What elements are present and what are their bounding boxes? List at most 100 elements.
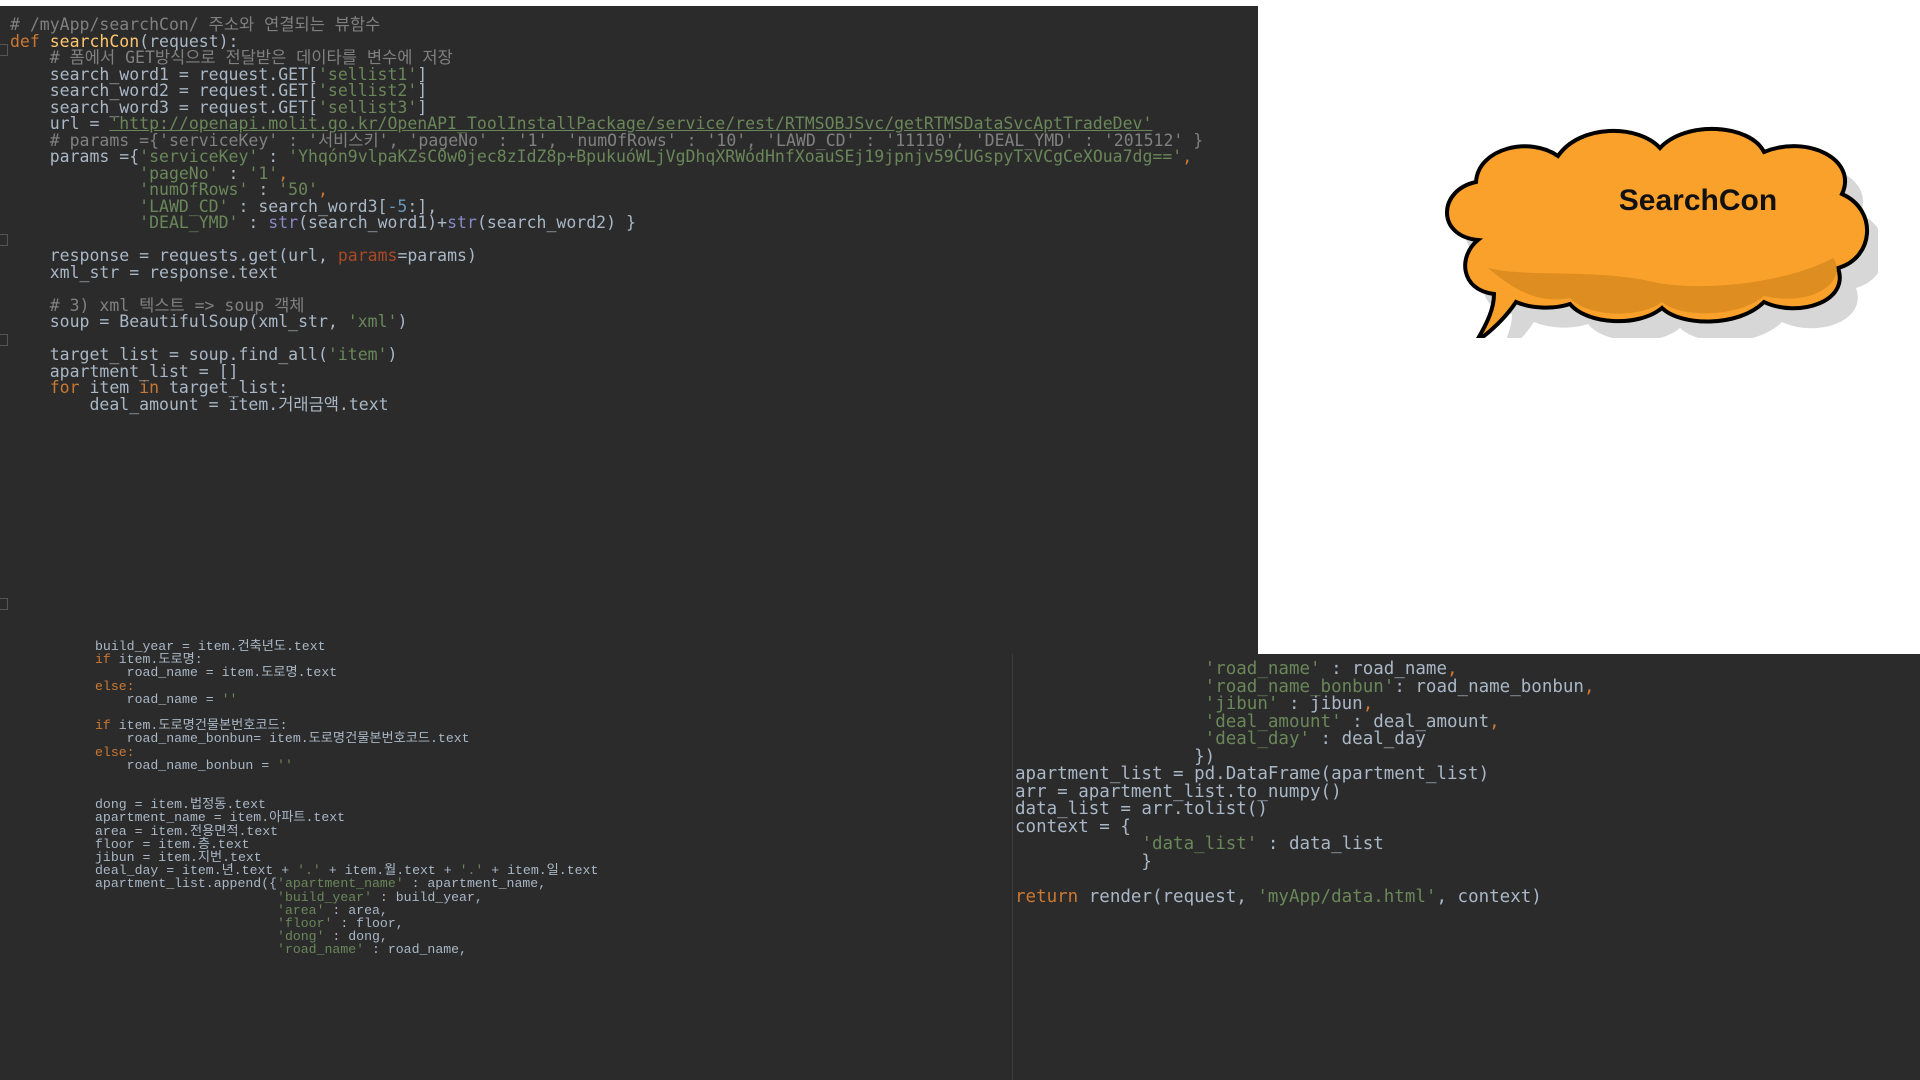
code-line: data_list = arr.tolist() bbox=[1015, 795, 1920, 819]
code-token: : build_year, bbox=[372, 889, 483, 905]
code-line: apartment_list = pd.DataFrame(apartment_… bbox=[1015, 760, 1920, 784]
code-line: dong = item.법정동.text bbox=[95, 796, 1012, 812]
code-token: params bbox=[337, 246, 398, 265]
code-token: '' bbox=[277, 757, 293, 773]
code-line: road_name = item.도로명.text bbox=[95, 664, 1012, 680]
code-block-render-context: 'road_name' : road_name, 'road_name_bonb… bbox=[1013, 654, 1920, 907]
code-line: 'numOfRows' : '50', bbox=[10, 177, 1258, 199]
code-line: } bbox=[1015, 848, 1920, 872]
code-line: }) bbox=[1015, 743, 1920, 767]
code-line: response = requests.get(url, params=para… bbox=[10, 243, 1258, 265]
code-token: 'road_name' bbox=[277, 942, 365, 958]
code-token: 'Yhqón9vlpaKZsC0w0jec8zIdZ8p+BpukuóWLjVg… bbox=[288, 147, 1183, 166]
code-line: 'LAWD_CD' : search_word3[-5:], bbox=[10, 194, 1258, 216]
code-token: , context) bbox=[1436, 886, 1542, 907]
editor-bottom-right-pane[interactable]: 'road_name' : road_name, 'road_name_bonb… bbox=[1012, 654, 1920, 1080]
code-line: 'area' : area, bbox=[95, 902, 1012, 918]
code-token: 'deal_day' bbox=[1204, 729, 1311, 749]
code-token: 'DEAL_YMD' bbox=[139, 213, 239, 232]
fold-marker-icon[interactable] bbox=[0, 598, 8, 610]
fold-marker-icon[interactable] bbox=[0, 334, 8, 346]
code-line: def searchCon(request): bbox=[10, 29, 1258, 51]
code-line: apartment_name = item.아파트.text bbox=[95, 809, 1012, 825]
code-token: 'data_list' bbox=[1141, 834, 1258, 854]
code-line: search_word1 = request.GET['sellist1'] bbox=[10, 62, 1258, 84]
code-token: , bbox=[1182, 147, 1193, 166]
callout-panel: SearchCon bbox=[1258, 0, 1920, 654]
code-token: ) bbox=[397, 312, 408, 331]
callout-label: SearchCon bbox=[1618, 184, 1778, 217]
code-line: build_year = item.건축년도.text bbox=[95, 638, 1012, 654]
code-token: road_name = bbox=[95, 691, 222, 707]
code-token: (search_word2) } bbox=[476, 213, 636, 232]
code-token: '' bbox=[221, 691, 238, 707]
code-block-item-parsing: build_year = item.건축년도.text if item.도로명: … bbox=[0, 636, 1012, 958]
code-token: xml_str = response.text bbox=[10, 262, 279, 282]
code-line: floor = item.층.text bbox=[95, 836, 1012, 852]
code-line: 'road_name' : road_name, bbox=[1015, 655, 1920, 679]
code-token: } bbox=[1015, 851, 1152, 872]
code-line: 'data_list' : data_list bbox=[1015, 830, 1920, 854]
code-line: road_name = '' bbox=[95, 691, 1012, 707]
code-line: road_name_bonbun = '' bbox=[95, 757, 1012, 773]
code-token: render(request, bbox=[1088, 886, 1258, 907]
code-line: 'road_name_bonbun': road_name_bonbun, bbox=[1015, 673, 1920, 697]
code-line: apartment_list = [] bbox=[10, 359, 1258, 381]
code-token: 'xml' bbox=[347, 312, 398, 331]
code-token: deal_amount = item.거래금액.text bbox=[10, 394, 389, 414]
editor-bottom-left-pane[interactable]: build_year = item.건축년도.text if item.도로명: … bbox=[0, 636, 1012, 1080]
code-token: return bbox=[1015, 886, 1089, 907]
code-line: 'road_name' : road_name, bbox=[95, 941, 1012, 958]
code-token: : data_list bbox=[1257, 834, 1384, 854]
code-line: 'DEAL_YMD' : str(search_word1)+str(searc… bbox=[10, 210, 1258, 232]
editor-top-pane[interactable]: # /myApp/searchCon/ 주소와 연결되는 뷰함수 def sear… bbox=[0, 0, 1258, 636]
code-token: =params) bbox=[397, 246, 477, 265]
code-block-searchcon: # /myApp/searchCon/ 주소와 연결되는 뷰함수 def sear… bbox=[0, 6, 1258, 414]
code-token: ) bbox=[387, 345, 398, 364]
code-line: soup = BeautifulSoup(xml_str, 'xml') bbox=[10, 309, 1258, 331]
code-token: , bbox=[1489, 711, 1500, 732]
code-line: area = item.전용면적.text bbox=[95, 823, 1012, 839]
code-line: if item.도로명건물본번호코드: bbox=[95, 717, 1012, 733]
code-line: 'deal_amount' : deal_amount, bbox=[1015, 708, 1920, 732]
cloud-body bbox=[1445, 127, 1869, 338]
code-line: # params ={'serviceKey' : '서비스키', 'pageN… bbox=[10, 128, 1258, 150]
code-line: jibun = item.지번.text bbox=[95, 849, 1012, 865]
code-token: (search_word1)+ bbox=[298, 213, 448, 232]
code-line: search_word2 = request.GET['sellist2'] bbox=[10, 78, 1258, 100]
code-line: 'build_year' : build_year, bbox=[95, 889, 1012, 905]
code-line: deal_amount = item.거래금액.text bbox=[10, 392, 1258, 414]
code-line: xml_str = response.text bbox=[10, 260, 1258, 282]
code-line: target_list = soup.find_all('item') bbox=[10, 342, 1258, 364]
code-line: return render(request, 'myApp/data.html'… bbox=[1015, 883, 1920, 907]
code-line: deal_day = item.년.text + '.' + item.월.te… bbox=[95, 862, 1012, 878]
code-token: str bbox=[447, 213, 477, 232]
code-line: for item in target_list: bbox=[10, 375, 1258, 397]
code-line: # 폼에서 GET방식으로 전달받은 데이타를 변수에 저장 bbox=[10, 45, 1258, 67]
fold-marker-icon[interactable] bbox=[0, 44, 8, 56]
cloud-callout-shape bbox=[1445, 127, 1878, 338]
code-token: : road_name_bonbun bbox=[1394, 676, 1584, 697]
code-line: # 3) xml 텍스트 => soup 객체 bbox=[10, 293, 1258, 315]
code-line: 'dong' : dong, bbox=[95, 928, 1012, 944]
code-token: 'item' bbox=[327, 345, 388, 364]
code-line: params ={'serviceKey' : 'Yhqón9vlpaKZsC0… bbox=[10, 144, 1258, 166]
code-token: soup = BeautifulSoup(xml_str, bbox=[10, 312, 348, 331]
code-token: road_name_bonbun = bbox=[95, 757, 278, 773]
code-line: search_word3 = request.GET['sellist3'] bbox=[10, 95, 1258, 117]
code-line: 'floor' : floor, bbox=[95, 915, 1012, 931]
code-token: str bbox=[268, 213, 299, 232]
code-token: : bbox=[238, 213, 269, 232]
code-token: road_name_bonbun= item.도로명건물본번호코드.text bbox=[95, 731, 470, 747]
code-token: : deal_day bbox=[1310, 729, 1426, 749]
code-line: url = 'http://openapi.molit.go.kr/OpenAP… bbox=[10, 111, 1258, 133]
code-token: 'myApp/data.html' bbox=[1257, 886, 1437, 907]
code-line: # /myApp/searchCon/ 주소와 연결되는 뷰함수 bbox=[10, 12, 1258, 34]
code-token: , bbox=[1583, 676, 1595, 697]
code-token: : road_name, bbox=[364, 942, 467, 958]
fold-marker-icon[interactable] bbox=[0, 234, 8, 246]
code-line: road_name_bonbun= item.도로명건물본번호코드.text bbox=[95, 730, 1012, 747]
